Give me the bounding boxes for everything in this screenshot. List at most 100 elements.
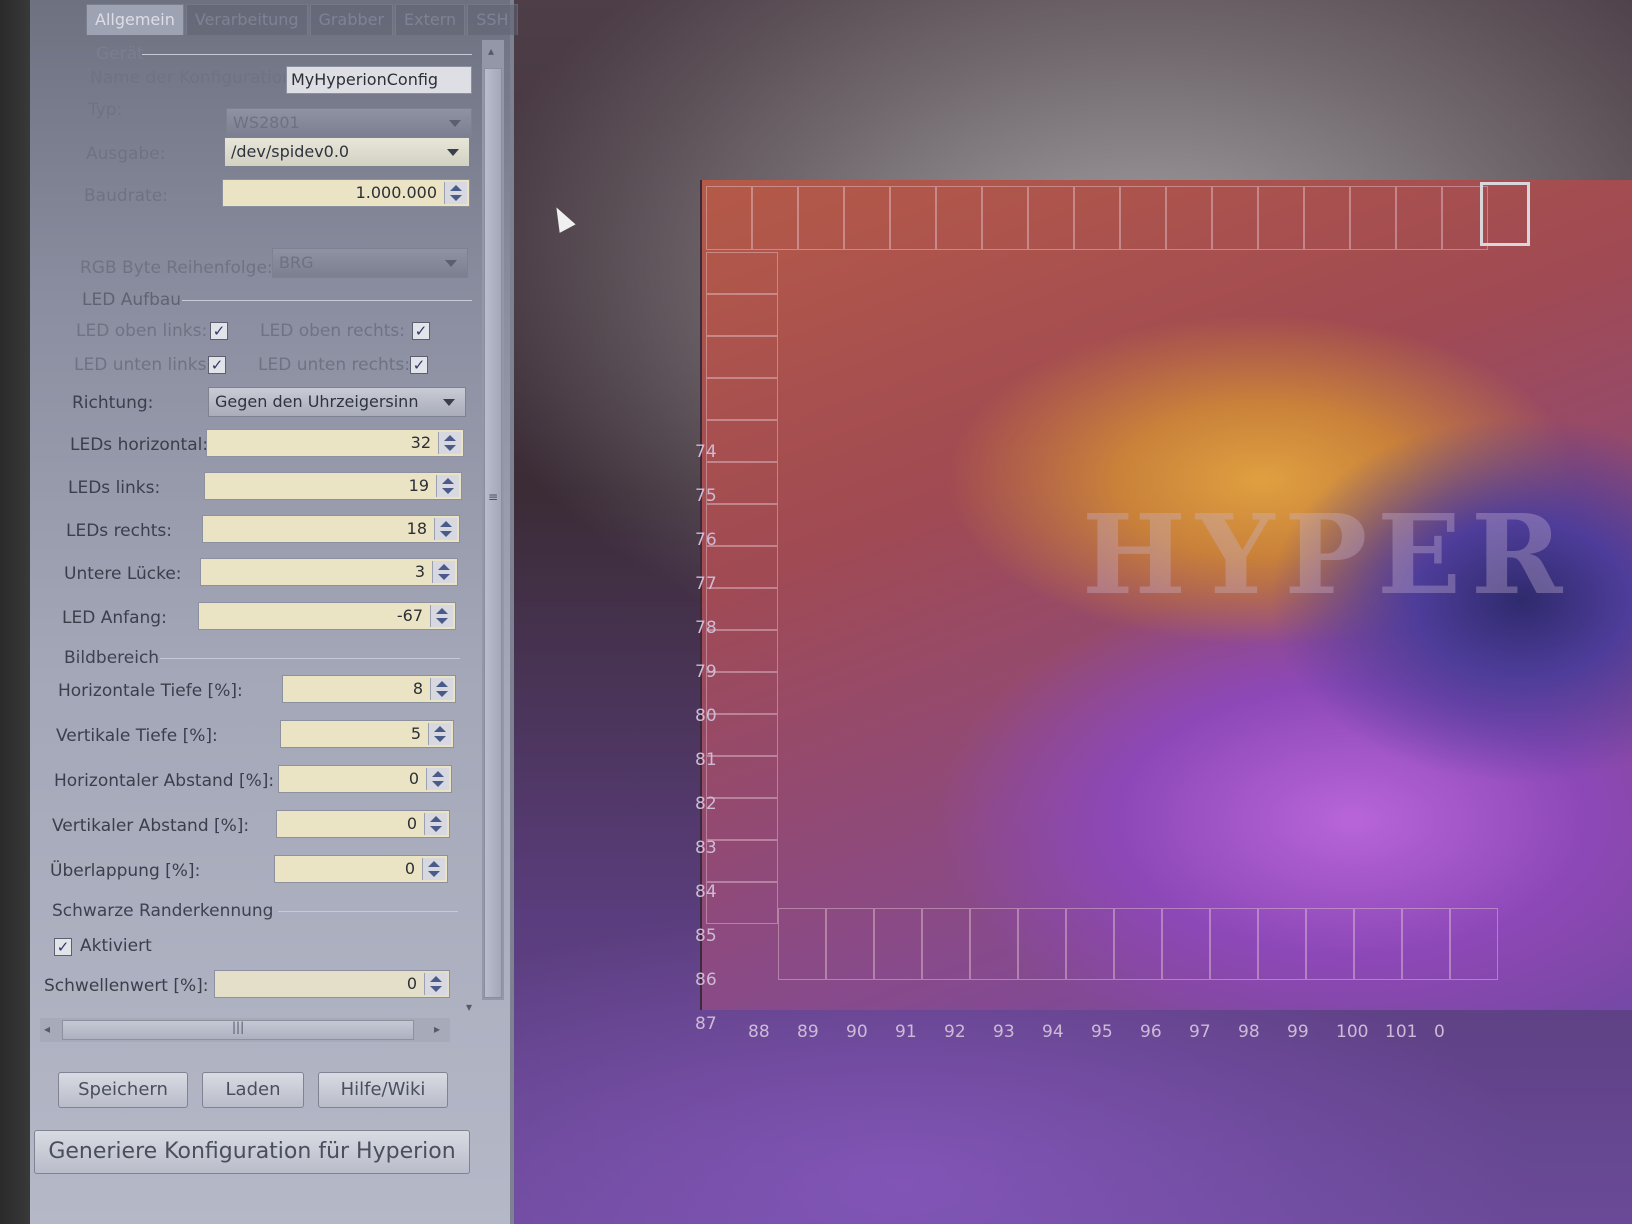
threshold-label: Schwellenwert [%]: <box>44 976 209 996</box>
generate-config-button[interactable]: Generiere Konfiguration für Hyperion <box>34 1130 470 1174</box>
spin-up-icon <box>428 861 440 867</box>
scroll-down-icon[interactable]: ▾ <box>466 1000 472 1014</box>
led-cell <box>1396 186 1442 250</box>
enabled-checkbox[interactable]: ✓ <box>54 938 72 956</box>
direction-select[interactable]: Gegen den Uhrzeigersinn <box>208 387 466 417</box>
led-index-label: 101 <box>1385 1022 1418 1042</box>
leds-horizontal-value: 32 <box>410 433 431 452</box>
output-label: Ausgabe: <box>86 144 166 164</box>
image-area-group-line <box>160 658 460 659</box>
baudrate-spinbox[interactable]: 1.000.000 <box>222 179 470 207</box>
led-cell <box>706 882 778 924</box>
led-start-spinbox[interactable]: -67 <box>198 602 456 630</box>
tab-external[interactable]: Extern <box>395 4 466 35</box>
tab-general[interactable]: Allgemein <box>86 4 184 35</box>
spin-buttons[interactable] <box>444 182 467 204</box>
vertical-scrollbar[interactable]: ▴ ≡ <box>482 40 504 1000</box>
led-index-label: 96 <box>1140 1022 1162 1042</box>
spin-buttons[interactable] <box>430 605 453 627</box>
spin-down-icon <box>444 445 456 451</box>
scroll-right-icon[interactable]: ▸ <box>434 1022 440 1036</box>
scroll-left-icon[interactable]: ◂ <box>44 1022 50 1036</box>
bottom-gap-spinbox[interactable]: 3 <box>200 558 458 586</box>
vertical-scroll-thumb[interactable] <box>484 68 502 998</box>
spin-down-icon <box>440 531 452 537</box>
led-cell <box>706 504 778 546</box>
spin-down-icon <box>436 618 448 624</box>
led-cell <box>706 672 778 714</box>
spin-buttons[interactable] <box>436 475 459 497</box>
spin-buttons[interactable] <box>424 973 447 995</box>
led-index-label: 86 <box>695 970 717 990</box>
spin-buttons[interactable] <box>438 432 461 454</box>
led-index-label: 74 <box>695 442 717 462</box>
spin-buttons[interactable] <box>428 723 451 745</box>
spin-up-icon <box>430 816 442 822</box>
tab-processing[interactable]: Verarbeitung <box>185 4 308 35</box>
horizontal-depth-spinbox[interactable]: 8 <box>282 675 456 703</box>
chevron-down-icon <box>445 260 457 267</box>
output-select-value: /dev/spidev0.0 <box>231 142 350 161</box>
led-cell <box>1114 908 1162 980</box>
led-cell <box>844 186 890 250</box>
led-cell <box>706 756 778 798</box>
config-name-input[interactable]: MyHyperionConfig <box>286 66 472 94</box>
rgb-order-select[interactable]: BRG <box>272 248 468 278</box>
leds-left-spinbox[interactable]: 19 <box>204 472 462 500</box>
spin-buttons[interactable] <box>426 768 449 790</box>
bottom-gap-label: Untere Lücke: <box>64 564 182 584</box>
led-cell <box>706 714 778 756</box>
led-cell <box>706 186 752 250</box>
rgb-order-label: RGB Byte Reihenfolge: <box>80 258 273 278</box>
spin-buttons[interactable] <box>434 518 457 540</box>
spin-buttons[interactable] <box>430 678 453 700</box>
spin-down-icon <box>430 826 442 832</box>
bottom-gap-value: 3 <box>414 562 425 581</box>
vertical-gap-spinbox[interactable]: 0 <box>276 810 450 838</box>
led-index-label: 84 <box>695 882 717 902</box>
led-index-label: 91 <box>895 1022 917 1042</box>
led-index-label: 75 <box>695 486 717 506</box>
direction-label: Richtung: <box>72 393 154 413</box>
spin-up-icon <box>436 681 448 687</box>
spin-down-icon <box>428 871 440 877</box>
vertical-depth-label: Vertikale Tiefe [%]: <box>56 726 218 746</box>
bottom-right-checkbox[interactable]: ✓ <box>410 356 428 374</box>
config-name-label: Name der Konfiguration: <box>90 68 299 88</box>
spin-down-icon <box>432 781 444 787</box>
led-layout-preview: HYPER <box>700 180 1632 1010</box>
horizontal-gap-spinbox[interactable]: 0 <box>278 765 452 793</box>
horizontal-scrollbar[interactable]: ◂ ||| ▸ <box>40 1018 450 1042</box>
save-button[interactable]: Speichern <box>58 1072 188 1108</box>
scroll-up-icon[interactable]: ▴ <box>488 44 494 58</box>
top-right-checkbox[interactable]: ✓ <box>412 322 430 340</box>
vertical-depth-spinbox[interactable]: 5 <box>280 720 454 748</box>
spin-up-icon <box>436 608 448 614</box>
spin-buttons[interactable] <box>424 813 447 835</box>
led-index-label: 100 <box>1336 1022 1369 1042</box>
led-cell <box>706 840 778 882</box>
output-select[interactable]: /dev/spidev0.0 <box>224 137 470 167</box>
spin-buttons[interactable] <box>432 561 455 583</box>
rgb-order-value: BRG <box>279 253 314 272</box>
threshold-spinbox[interactable]: 0 <box>214 970 450 998</box>
bottom-left-checkbox[interactable]: ✓ <box>208 356 226 374</box>
leds-horizontal-spinbox[interactable]: 32 <box>206 429 464 457</box>
tab-ssh[interactable]: SSH <box>467 4 518 35</box>
led-cell <box>970 908 1018 980</box>
top-left-checkbox[interactable]: ✓ <box>210 322 228 340</box>
led-index-label: 82 <box>695 794 717 814</box>
overlap-spinbox[interactable]: 0 <box>274 855 448 883</box>
leds-right-spinbox[interactable]: 18 <box>202 515 460 543</box>
vertical-depth-value: 5 <box>410 724 421 743</box>
type-select[interactable]: WS2801 <box>226 108 472 138</box>
led-cell <box>706 420 778 462</box>
led-index-label: 85 <box>695 926 717 946</box>
spin-buttons[interactable] <box>422 858 445 880</box>
help-wiki-button[interactable]: Hilfe/Wiki <box>318 1072 448 1108</box>
tab-grabber[interactable]: Grabber <box>309 4 394 35</box>
led-cell <box>1166 186 1212 250</box>
leds-right-label: LEDs rechts: <box>66 521 173 541</box>
load-button[interactable]: Laden <box>202 1072 304 1108</box>
led-cell <box>1450 908 1498 980</box>
